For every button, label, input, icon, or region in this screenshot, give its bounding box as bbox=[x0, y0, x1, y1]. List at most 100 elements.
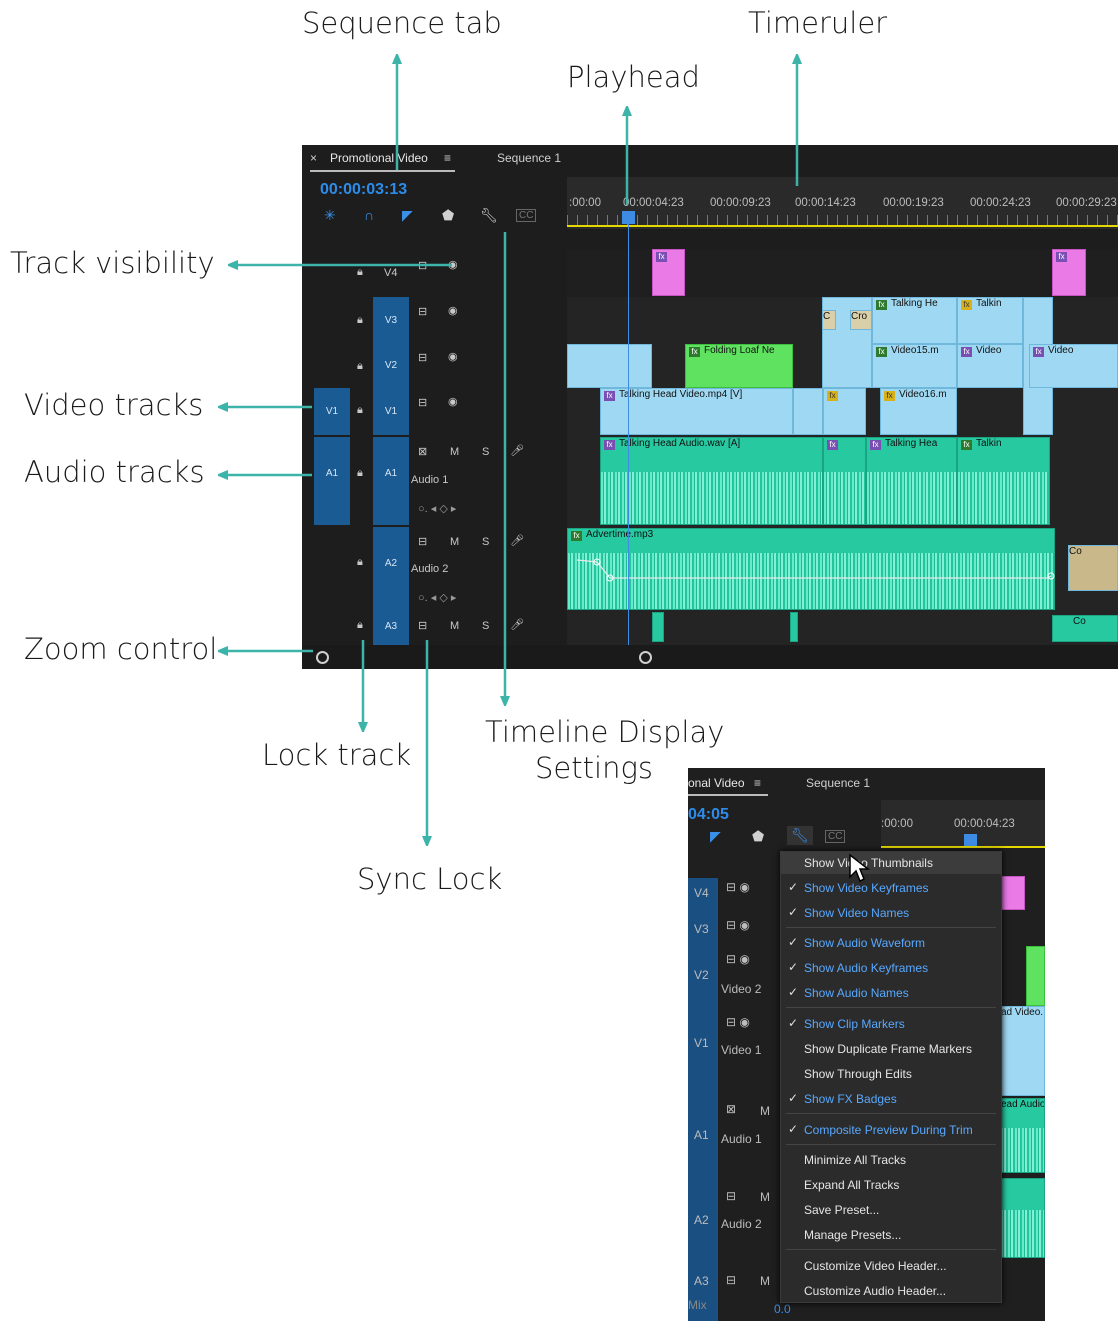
zoom-handle-left[interactable] bbox=[316, 651, 329, 664]
sync-lock-icon[interactable]: ⊟ bbox=[418, 619, 427, 632]
track-name-audio1[interactable]: Audio 1 bbox=[721, 1132, 762, 1146]
voiceover-mic-icon[interactable]: 🎤︎ bbox=[510, 444, 524, 457]
clip-talking-head-audio[interactable]: fx Talking Head Audio.wav [A] bbox=[600, 437, 823, 525]
lock-track-icon[interactable]: 🔒︎ bbox=[357, 404, 363, 417]
captions-icon[interactable]: CC bbox=[516, 209, 537, 222]
lock-track-icon[interactable]: 🔒︎ bbox=[357, 556, 363, 569]
clip-advertime[interactable] bbox=[1000, 1178, 1045, 1258]
clip-adjustment-v4[interactable]: fx bbox=[1052, 249, 1086, 296]
mute-button[interactable]: M bbox=[450, 620, 459, 632]
track-lane-a3[interactable] bbox=[567, 612, 1118, 646]
sync-lock-icon[interactable]: ⊟ bbox=[418, 351, 427, 364]
clip-video-v1[interactable] bbox=[793, 388, 823, 435]
menu-item-manage-presets[interactable]: Manage Presets... bbox=[781, 1224, 1001, 1246]
menu-item-save-preset[interactable]: Save Preset... bbox=[781, 1199, 1001, 1221]
volume-rubber-band[interactable] bbox=[567, 528, 1057, 610]
solo-button[interactable]: S bbox=[482, 620, 489, 632]
menu-item-show-audio-waveform[interactable]: ✓ Show Audio Waveform bbox=[781, 932, 1001, 954]
linked-selection-icon[interactable]: ◤ bbox=[710, 828, 721, 845]
menu-item-expand-all-tracks[interactable]: Expand All Tracks bbox=[781, 1174, 1001, 1196]
eye-icon[interactable]: ◉ bbox=[448, 258, 458, 271]
time-ruler[interactable]: :00:00 00:00:04:23 00:00:09:23 00:00:14:… bbox=[567, 177, 1118, 229]
clip-video16[interactable]: fx Video16.m bbox=[880, 388, 957, 435]
menu-item-customize-audio-header[interactable]: Customize Audio Header... bbox=[781, 1280, 1001, 1302]
clip-video-v2[interactable]: fx Video bbox=[957, 344, 1023, 388]
clip-video-v2[interactable]: fx Video bbox=[1029, 344, 1118, 388]
track-label-a1[interactable]: A1 bbox=[694, 1128, 709, 1142]
track-label-a3[interactable]: A3 bbox=[694, 1274, 709, 1288]
solo-button[interactable]: S bbox=[482, 536, 489, 548]
sync-lock-icon[interactable]: ⊠ bbox=[726, 1102, 736, 1116]
clip-adjustment-v4[interactable]: fx bbox=[652, 249, 685, 296]
playhead-handle[interactable] bbox=[964, 834, 977, 846]
clip-audio-a1[interactable]: fx Talking Hea bbox=[866, 437, 957, 525]
lock-track-icon[interactable]: 🔒︎ bbox=[357, 314, 363, 327]
clip-video-v3[interactable]: fx Talking He bbox=[872, 297, 957, 344]
track-target-v2[interactable]: V2 bbox=[373, 344, 409, 388]
menu-item-show-clip-markers[interactable]: ✓ Show Clip Markers bbox=[781, 1013, 1001, 1035]
clip-talking-head-video[interactable]: ad Video. bbox=[1000, 1006, 1045, 1096]
sync-lock-icon[interactable]: ⊟ ◉ bbox=[726, 918, 750, 932]
sync-lock-icon[interactable]: ⊟ bbox=[726, 1189, 736, 1203]
wrench-icon[interactable]: 🔧︎ bbox=[480, 207, 498, 224]
sync-lock-icon[interactable]: ⊟ bbox=[418, 535, 427, 548]
lock-track-icon[interactable]: 🔒︎ bbox=[357, 619, 363, 632]
linked-selection-icon[interactable]: ◤ bbox=[402, 207, 413, 224]
clip-video-v3[interactable]: fx Talkin bbox=[957, 297, 1023, 344]
tab-menu-icon[interactable]: ≡ bbox=[754, 776, 761, 790]
eye-icon[interactable]: ◉ bbox=[448, 395, 458, 408]
add-marker-icon[interactable]: ⬟ bbox=[442, 207, 454, 224]
lock-track-icon[interactable]: 🔒︎ bbox=[357, 360, 363, 373]
sync-lock-icon[interactable]: ⊠ bbox=[418, 445, 427, 458]
sync-lock-icon[interactable]: ⊟ ◉ bbox=[726, 1015, 750, 1029]
clip-audio-a3[interactable]: Co bbox=[1052, 615, 1118, 642]
sync-lock-icon[interactable]: ⊟ bbox=[726, 1273, 736, 1287]
sync-lock-icon[interactable]: ⊟ ◉ bbox=[726, 952, 750, 966]
track-label-v4[interactable]: V4 bbox=[694, 886, 709, 900]
sync-lock-icon[interactable]: ⊟ bbox=[418, 259, 427, 272]
track-target-a2[interactable]: A2 bbox=[373, 527, 409, 612]
playhead-timecode[interactable]: 04:05 bbox=[688, 806, 729, 824]
menu-item-show-audio-names[interactable]: ✓ Show Audio Names bbox=[781, 982, 1001, 1004]
track-label-v2[interactable]: V2 bbox=[694, 968, 709, 982]
track-name-video2[interactable]: Video 2 bbox=[721, 982, 761, 996]
clip-folding-loaf[interactable] bbox=[1026, 946, 1045, 1006]
lock-track-icon[interactable]: 🔒︎ bbox=[357, 266, 363, 279]
eye-icon[interactable]: ◉ bbox=[448, 350, 458, 363]
captions-icon[interactable]: CC bbox=[825, 830, 846, 843]
menu-item-show-through-edits[interactable]: Show Through Edits bbox=[781, 1063, 1001, 1085]
track-name-audio2[interactable]: Audio 2 bbox=[721, 1217, 762, 1231]
clip-audio-a2-tail[interactable]: Co bbox=[1068, 545, 1118, 591]
work-area-bar[interactable] bbox=[567, 225, 1118, 227]
tab-menu-icon[interactable]: ≡ bbox=[444, 151, 451, 165]
clip-audio-a3[interactable] bbox=[652, 612, 664, 642]
track-name-video1[interactable]: Video 1 bbox=[721, 1043, 761, 1057]
clip-audio-a1[interactable]: fx bbox=[823, 437, 866, 525]
menu-item-show-video-names[interactable]: ✓ Show Video Names bbox=[781, 902, 1001, 924]
sync-lock-icon[interactable]: ⊟ ◉ bbox=[726, 880, 750, 894]
playhead-line[interactable] bbox=[628, 215, 629, 665]
clip-video-v2[interactable] bbox=[567, 344, 652, 388]
clip-talking-head-audio[interactable]: ead Audio. bbox=[1000, 1098, 1045, 1173]
work-area-bar[interactable] bbox=[881, 846, 1045, 848]
menu-item-show-video-thumbnails[interactable]: Show Video Thumbnails bbox=[781, 852, 1001, 874]
solo-button[interactable]: S bbox=[482, 446, 489, 458]
track-name-audio2[interactable]: Audio 2 bbox=[411, 563, 448, 575]
track-target-a3[interactable]: A3 bbox=[373, 612, 409, 645]
clip-audio-a1[interactable]: fx Talkin bbox=[957, 437, 1050, 525]
snap-icon[interactable]: ∩ bbox=[364, 207, 374, 223]
clip-video-v3[interactable]: C bbox=[822, 310, 836, 330]
track-target-a1[interactable]: A1 bbox=[373, 437, 409, 525]
source-patch-v1[interactable]: V1 bbox=[314, 388, 350, 435]
track-lane-v4[interactable] bbox=[567, 249, 1118, 298]
track-target-v1[interactable]: V1 bbox=[373, 388, 409, 435]
menu-item-show-audio-keyframes[interactable]: ✓ Show Audio Keyframes bbox=[781, 957, 1001, 979]
sync-lock-icon[interactable]: ⊟ bbox=[418, 305, 427, 318]
track-label-v4[interactable]: V4 bbox=[384, 267, 397, 279]
clip-folding-loaf[interactable]: fx Folding Loaf Ne bbox=[685, 344, 793, 388]
keyframe-nav-icon[interactable]: ○. ◂ ◇ ▸ bbox=[418, 591, 456, 604]
clip-adjustment-v4[interactable] bbox=[1000, 876, 1025, 910]
time-ruler[interactable]: :00:00 00:00:04:23 bbox=[881, 800, 1045, 848]
mute-button[interactable]: M bbox=[760, 1190, 770, 1204]
menu-item-customize-video-header[interactable]: Customize Video Header... bbox=[781, 1255, 1001, 1277]
